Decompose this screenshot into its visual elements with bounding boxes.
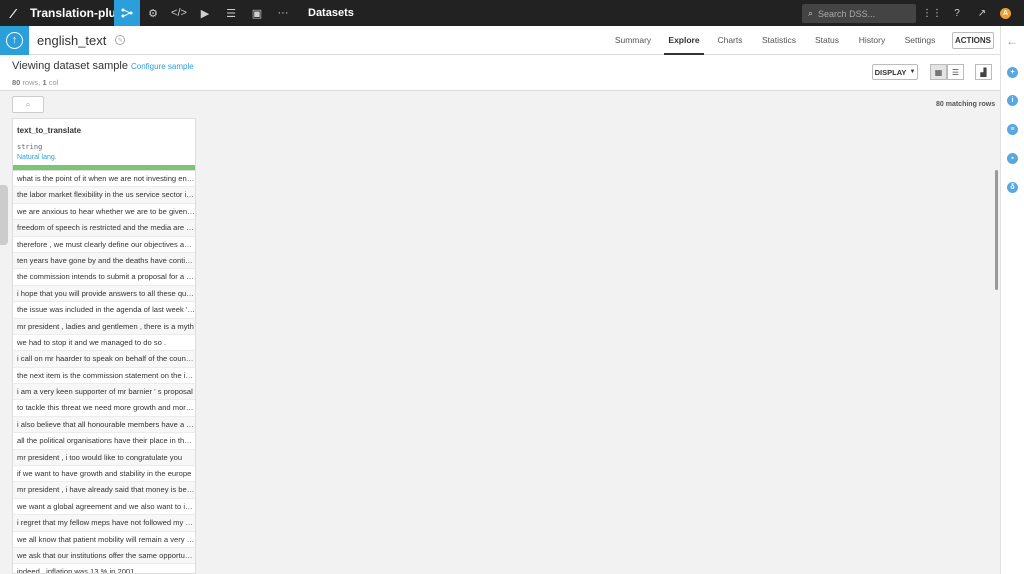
column-validity-bar	[13, 165, 195, 170]
collapse-arrow-icon[interactable]: ←	[1006, 34, 1018, 48]
search-icon: ⌕	[808, 8, 814, 18]
actions-button[interactable]: ACTIONS	[952, 32, 994, 49]
table-row[interactable]: therefore , we must clearly define our o…	[13, 237, 195, 253]
sample-title: Viewing dataset sample	[12, 60, 128, 72]
table-row[interactable]: i also believe that all honourable membe…	[13, 416, 195, 434]
recipe-gear-icon[interactable]: ⚙	[140, 0, 166, 26]
rows-count: 80	[12, 78, 21, 87]
table-row[interactable]: mr president , i too would like to congr…	[13, 449, 195, 467]
table-row[interactable]: we had to stop it and we managed to do s…	[13, 335, 195, 352]
sample-meta: 80 rows, 1 col	[12, 78, 58, 87]
filter-search-icon[interactable]: ⌕	[12, 96, 44, 113]
help-icon[interactable]: ?	[945, 0, 969, 26]
dataset-header: Summary Explore Charts Statistics Status…	[0, 25, 1000, 55]
table-row[interactable]: the next item is the commission statemen…	[13, 368, 195, 385]
project-name[interactable]: Translation-plugin	[26, 6, 134, 20]
dataset-tabs: Summary Explore Charts Statistics Status…	[0, 26, 1000, 55]
table-row[interactable]: i am a very keen supporter of mr barnier…	[13, 384, 195, 401]
jobs-icon[interactable]: ☰	[218, 0, 244, 26]
table-row[interactable]: the issue was included in the agenda of …	[13, 302, 195, 319]
table-row[interactable]: i regret that my fellow meps have not fo…	[13, 515, 195, 532]
global-search[interactable]: ⌕	[802, 4, 916, 23]
nav-context-label[interactable]: Datasets	[308, 7, 354, 19]
display-label: DISPLAY	[874, 67, 907, 77]
tab-charts[interactable]: Charts	[712, 26, 748, 55]
table-row[interactable]: we ask that our institutions offer the s…	[13, 547, 195, 565]
tab-status[interactable]: Status	[810, 26, 844, 55]
search-input[interactable]	[818, 8, 907, 19]
apps-grid-icon[interactable]: ⋮⋮	[920, 0, 944, 26]
table-row[interactable]: we all know that patient mobility will r…	[13, 532, 195, 548]
tab-summary[interactable]: Summary	[606, 26, 660, 55]
column-type: string	[17, 143, 43, 151]
user-avatar[interactable]: A	[1000, 8, 1011, 19]
table-row[interactable]: all the political organisations have the…	[13, 433, 195, 450]
sample-bar: Viewing dataset sample Configure sample …	[0, 55, 1000, 91]
lab-icon[interactable]: δ	[1007, 182, 1018, 193]
column-name[interactable]: text_to_translate	[17, 126, 81, 135]
activity-icon[interactable]: ↗	[970, 0, 994, 26]
table-row[interactable]: mr president , ladies and gentlemen , th…	[13, 318, 195, 335]
more-icon[interactable]: ···	[270, 0, 296, 26]
configure-sample-link[interactable]: Configure sample	[131, 62, 194, 71]
table-row[interactable]: we are anxious to hear whether we are to…	[13, 204, 195, 221]
table-view-icon[interactable]: ▦	[930, 64, 947, 80]
table-row[interactable]: to tackle this threat we need more growt…	[13, 400, 195, 417]
dss-logo-icon[interactable]: ⁄	[0, 0, 26, 26]
table-row[interactable]: the commission intends to submit a propo…	[13, 269, 195, 286]
table-row[interactable]: what is the point of it when we are not …	[13, 171, 195, 188]
table-row[interactable]: if we want to have growth and stability …	[13, 466, 195, 483]
right-sidebar: ← + i ≡ ▪ δ	[1000, 26, 1024, 574]
column-header[interactable]: text_to_translate string Natural lang.	[13, 119, 195, 171]
column-meaning[interactable]: Natural lang.	[17, 154, 57, 161]
table-row[interactable]: mr president , i have already said that …	[13, 482, 195, 499]
table-row[interactable]: freedom of speech is restricted and the …	[13, 220, 195, 237]
filter-row: ⌕ 80 matching rows	[0, 91, 1000, 118]
rows-label: rows,	[22, 78, 41, 87]
tab-statistics[interactable]: Statistics	[756, 26, 802, 55]
table-row[interactable]: we want a global agreement and we also w…	[13, 499, 195, 516]
table-row[interactable]: indeed , inflation was 13 % in 2001 .	[13, 564, 195, 573]
list-view-icon[interactable]: ☰	[947, 64, 964, 80]
table-body: what is the point of it when we are not …	[13, 171, 195, 573]
caret-down-icon: ▼	[909, 69, 916, 75]
info-icon[interactable]: i	[1007, 95, 1018, 106]
chat-icon[interactable]: ▪	[1007, 153, 1018, 164]
table-row[interactable]: i call on mr haarder to speak on behalf …	[13, 351, 195, 368]
tab-explore[interactable]: Explore	[664, 26, 704, 55]
tab-settings[interactable]: Settings	[900, 26, 940, 55]
table-row[interactable]: i hope that you will provide answers to …	[13, 285, 195, 303]
dashboard-icon[interactable]: ▣	[244, 0, 270, 26]
flow-icon[interactable]	[114, 0, 140, 26]
data-table: text_to_translate string Natural lang. w…	[12, 118, 196, 574]
table-empty-area	[196, 118, 996, 574]
run-play-icon[interactable]: ▶	[192, 0, 218, 26]
list-icon[interactable]: ≡	[1007, 124, 1018, 135]
cols-label: col	[48, 78, 59, 87]
display-button[interactable]: DISPLAY ▼	[872, 64, 918, 80]
tab-history[interactable]: History	[852, 26, 892, 55]
chart-view-icon[interactable]: ▟	[975, 64, 992, 80]
table-row[interactable]: ten years have gone by and the deaths ha…	[13, 252, 195, 270]
matching-rows: 80 matching rows	[936, 101, 996, 108]
table-row[interactable]: the labor market flexibility in the us s…	[13, 187, 195, 204]
code-icon[interactable]: </>	[166, 0, 192, 26]
left-panel-handle[interactable]	[0, 185, 8, 245]
add-icon[interactable]: +	[1007, 67, 1018, 78]
cols-count: 1	[42, 78, 47, 87]
vertical-scrollbar[interactable]	[995, 170, 998, 290]
